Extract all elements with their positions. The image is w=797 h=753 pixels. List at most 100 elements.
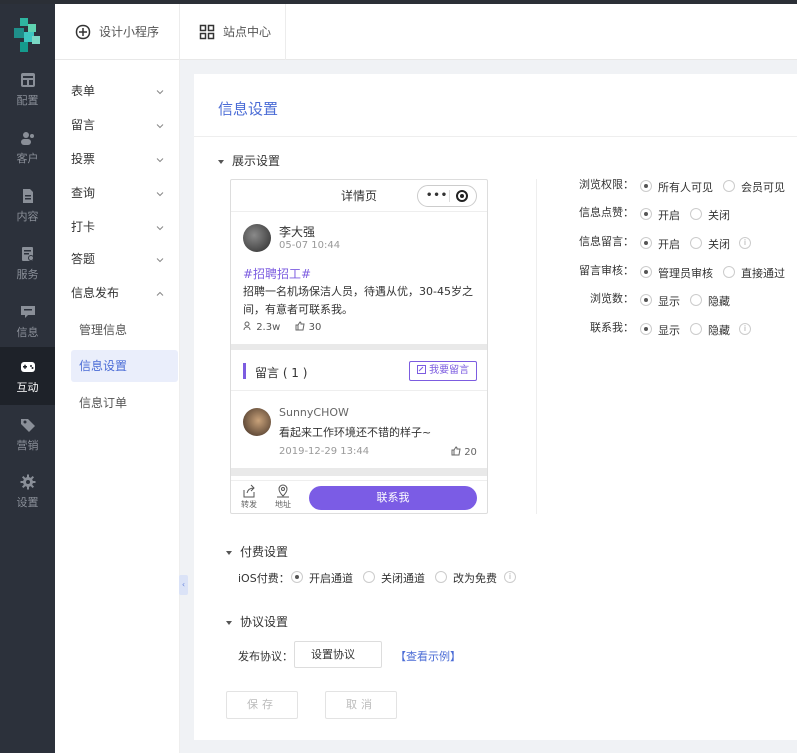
radio-comments-on[interactable]: [640, 237, 652, 249]
chevron-down-icon: [156, 90, 164, 95]
section-label: 协议设置: [240, 615, 289, 629]
service-icon: [21, 247, 34, 261]
subnav-item-checkin[interactable]: 打卡: [55, 210, 180, 244]
post-content: 招聘一名机场保洁人员，待遇从优，30-45岁之间，有意者可联系我。: [243, 285, 473, 316]
tab-site-center[interactable]: 站点中心: [179, 4, 285, 60]
setting-label: 浏览数：: [590, 292, 634, 305]
radio-all-visible[interactable]: [640, 180, 652, 192]
subnav-sub-info-orders[interactable]: 信息订单: [71, 387, 178, 419]
chevron-down-icon: [156, 258, 164, 263]
rail-item-config[interactable]: 配置: [0, 62, 55, 120]
share-label: 转发: [241, 500, 257, 509]
setting-label: 信息留言：: [579, 235, 634, 248]
setting-row-likes: 信息点赞： 开启 关闭: [544, 204, 797, 224]
subnav-item-query[interactable]: 查询: [55, 176, 180, 210]
rail-label: 设置: [16, 496, 39, 509]
post-stats: 2.3w 30: [243, 321, 321, 333]
address-action[interactable]: 地址: [271, 484, 295, 510]
main-panel: 信息设置 展示设置 详情页 ••• 李大强 05-07 10:44 #招聘招工#…: [194, 74, 797, 740]
radio-close-channel[interactable]: [363, 571, 375, 583]
radio-contact-show[interactable]: [640, 323, 652, 335]
rail-item-interact[interactable]: 互动: [0, 347, 55, 405]
option-label: 隐藏: [708, 295, 730, 308]
subnav-label: 信息发布: [71, 286, 120, 300]
leave-comment-button[interactable]: 我要留言: [409, 361, 477, 381]
subnav-item-vote[interactable]: 投票: [55, 142, 180, 176]
contact-me-button[interactable]: 联系我: [309, 486, 477, 510]
section-display-settings[interactable]: 展示设置: [218, 152, 280, 169]
subnav-item-info-publish[interactable]: 信息发布: [55, 276, 180, 310]
option-label: 显示: [658, 295, 680, 308]
sidebar-collapse-handle[interactable]: ‹: [179, 575, 188, 595]
subnav-item-quiz[interactable]: 答题: [55, 242, 180, 276]
radio-viewcount-show[interactable]: [640, 294, 652, 306]
radio-comments-off[interactable]: [690, 237, 702, 249]
info-icon[interactable]: i: [504, 571, 516, 583]
option-label: 关闭: [708, 209, 730, 222]
option-label: 关闭通道: [381, 572, 425, 585]
set-agreement-button[interactable]: 设置协议: [294, 641, 382, 668]
rail-item-content[interactable]: 内容: [0, 178, 55, 236]
subnav-sub-manage-info[interactable]: 管理信息: [71, 314, 178, 346]
leave-comment-label: 我要留言: [429, 365, 470, 376]
radio-direct-pass[interactable]: [723, 266, 735, 278]
radio-contact-hide[interactable]: [690, 323, 702, 335]
radio-make-free[interactable]: [435, 571, 447, 583]
rail-label: 内容: [16, 210, 39, 223]
tab-design-miniapp[interactable]: 设计小程序: [55, 4, 179, 60]
setting-label: 联系我：: [590, 321, 634, 334]
radio-likes-on[interactable]: [640, 208, 652, 220]
capsule-separator: [449, 190, 450, 202]
cancel-button[interactable]: 取消: [325, 691, 397, 719]
gamepad-icon: [20, 362, 35, 372]
address-label: 地址: [275, 500, 291, 509]
chevron-down-icon: [156, 192, 164, 197]
radio-members-visible[interactable]: [723, 180, 735, 192]
author-name: 李大强: [279, 225, 316, 239]
rail-item-customers[interactable]: 客户: [0, 120, 55, 178]
thumbs-up-icon: [295, 321, 306, 331]
subnav-label: 查询: [71, 186, 96, 200]
share-icon: [243, 484, 255, 498]
radio-open-channel[interactable]: [291, 571, 303, 583]
sub-nav: 表单 留言 投票 查询 打卡 答题 信息发布 管理信息 信息设置 信息订单: [55, 60, 180, 753]
chevron-down-icon: [156, 124, 164, 129]
setting-row-view-permission: 浏览权限： 所有人可见 会员可见: [544, 176, 797, 196]
radio-likes-off[interactable]: [690, 208, 702, 220]
subnav-item-form[interactable]: 表单: [55, 74, 180, 108]
page-title: 信息设置: [218, 100, 279, 118]
rail-item-marketing[interactable]: 营销: [0, 407, 55, 465]
save-button[interactable]: 保存: [226, 691, 298, 719]
app-logo: [14, 18, 40, 52]
section-label: 展示设置: [232, 154, 281, 168]
radio-admin-review[interactable]: [640, 266, 652, 278]
phone-preview: 详情页 ••• 李大强 05-07 10:44 #招聘招工# 招聘一名机场保洁人…: [230, 179, 488, 514]
subnav-sub-info-settings[interactable]: 信息设置: [71, 350, 178, 382]
comment-likes: 20: [451, 446, 477, 458]
location-pin-icon: [277, 484, 289, 498]
share-action[interactable]: 转发: [237, 484, 261, 510]
subnav-item-message[interactable]: 留言: [55, 108, 180, 142]
view-example-link[interactable]: 【查看示例】: [395, 648, 461, 664]
rail-item-info[interactable]: 信息: [0, 294, 55, 352]
section-agreement-settings[interactable]: 协议设置: [226, 613, 288, 630]
option-label: 开启通道: [309, 572, 353, 585]
rail-label: 客户: [16, 152, 39, 165]
setting-row-contact-me: 联系我： 显示 隐藏 i: [544, 319, 797, 339]
top-bar: 设计小程序 站点中心: [55, 4, 797, 60]
info-icon[interactable]: i: [739, 323, 751, 335]
radio-viewcount-hide[interactable]: [690, 294, 702, 306]
info-icon[interactable]: i: [739, 237, 751, 249]
gear-icon: [20, 474, 35, 490]
option-label: 会员可见: [741, 181, 785, 194]
rail-item-settings[interactable]: 设置: [0, 464, 55, 522]
views-icon: [243, 321, 251, 331]
rail-label: 营销: [16, 439, 39, 452]
comment-text: 看起来工作环境还不错的样子~: [279, 426, 432, 439]
option-label: 开启: [658, 238, 680, 251]
rail-label: 配置: [16, 94, 39, 107]
section-paid-settings[interactable]: 付费设置: [226, 543, 288, 560]
design-icon: [75, 24, 91, 40]
rail-item-service[interactable]: 服务: [0, 236, 55, 294]
users-icon: [20, 132, 34, 145]
